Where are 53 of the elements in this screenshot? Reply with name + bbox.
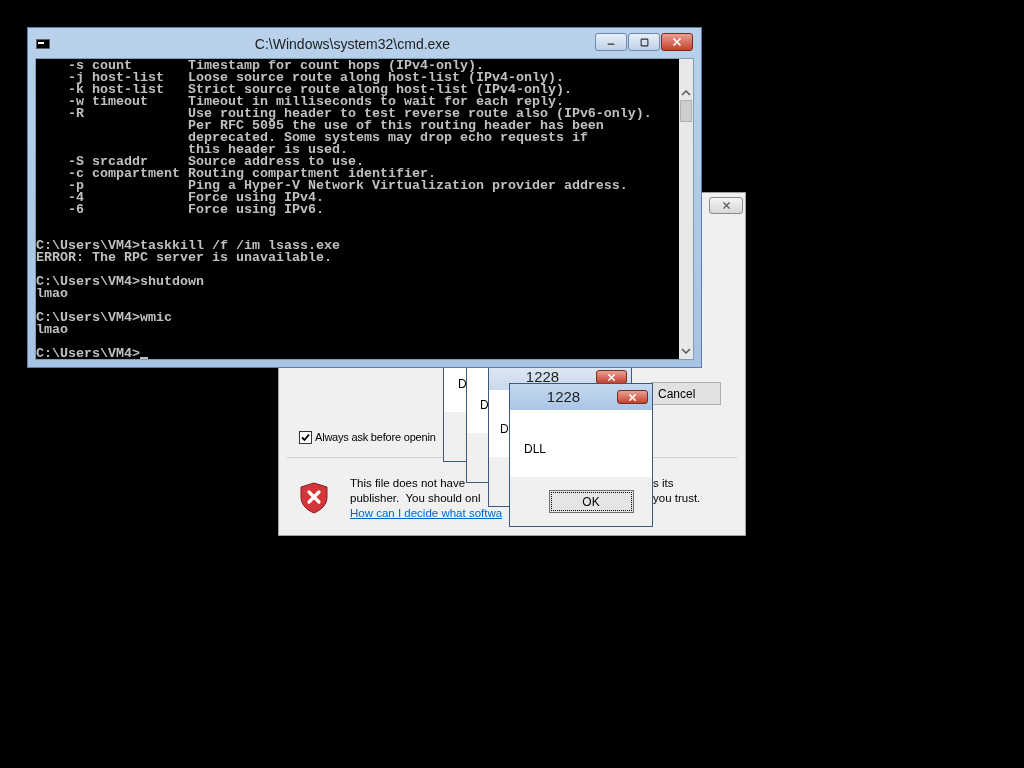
scroll-down-icon[interactable] — [681, 347, 691, 355]
console-line: this header is used. — [186, 144, 348, 156]
dialog-message: D — [480, 398, 489, 412]
window-title: C:\Windows\system32\cmd.exe — [254, 34, 451, 54]
console-line: -R Use routing header to test reverse route also (IPv6-only). — [67, 108, 652, 120]
warning-text: you trust. — [653, 490, 701, 506]
warning-text: s its — [653, 475, 674, 491]
dialog-title: 1228 — [524, 366, 561, 387]
minimize-button[interactable] — [595, 33, 627, 51]
help-link[interactable]: How can I decide what softwa — [350, 505, 503, 521]
console-line: C:\Users\VM4>wmic — [36, 312, 172, 324]
close-button[interactable] — [596, 370, 627, 384]
close-icon — [627, 391, 638, 403]
checkbox[interactable] — [299, 430, 312, 444]
console-line: -j host-list Loose source route along host-list (IPv4-only). — [67, 72, 564, 84]
console-line: Per RFC 5095 the use of this routing header has been — [186, 120, 604, 132]
scrollbar[interactable] — [679, 59, 693, 359]
maximize-icon — [639, 37, 649, 47]
console-app-icon — [36, 39, 50, 49]
check-icon — [301, 432, 310, 442]
console-line: -4 Force using IPv4. — [67, 192, 324, 204]
close-icon — [720, 200, 732, 211]
close-button[interactable] — [617, 390, 648, 404]
console-line: C:\Users\VM4> — [36, 348, 140, 359]
console-line: lmao — [36, 324, 68, 336]
shield-error-icon — [300, 481, 328, 514]
scrollbar-thumb[interactable] — [680, 100, 692, 122]
console-line: C:\Users\VM4>taskkill /f /im lsass.exe — [36, 240, 340, 252]
scroll-up-icon[interactable] — [681, 89, 691, 97]
warning-text: publisher. You should onl — [350, 490, 481, 506]
close-icon — [671, 36, 683, 48]
dialog-message: D — [458, 377, 467, 391]
console-line: C:\Users\VM4>shutdown — [36, 276, 204, 288]
ok-button[interactable]: OK — [548, 490, 634, 513]
dialog-message: DLL — [524, 442, 546, 456]
console-line: deprecated. Some systems may drop echo requests if — [186, 132, 588, 144]
close-button[interactable] — [661, 33, 693, 51]
cancel-button[interactable]: Cancel — [651, 382, 721, 405]
console-line: ERROR: The RPC server is unavailable. — [36, 252, 332, 264]
dialog-title: 1228 — [545, 386, 582, 407]
close-icon — [606, 371, 617, 383]
console-line: -S srcaddr Source address to use. — [67, 156, 364, 168]
console-line: -s count Timestamp for count hops (IPv4-only). — [67, 60, 484, 72]
dialog-message: D — [500, 422, 509, 436]
console-line: -c compartment Routing compartment identifier. — [67, 168, 436, 180]
console-line: lmao — [36, 288, 68, 300]
console-line: -k host-list Strict source route along host-list (IPv4-only). — [67, 84, 572, 96]
console-line: -p Ping a Hyper-V Network Virtualization provider address. — [67, 180, 628, 192]
console-line: -6 Force using IPv6. — [67, 204, 324, 216]
console-line: -w timeout Timeout in milliseconds to wait for each reply. — [67, 96, 564, 108]
warning-text: This file does not have — [350, 475, 466, 491]
maximize-button[interactable] — [628, 33, 660, 51]
checkbox-label: Always ask before openin — [315, 430, 436, 445]
